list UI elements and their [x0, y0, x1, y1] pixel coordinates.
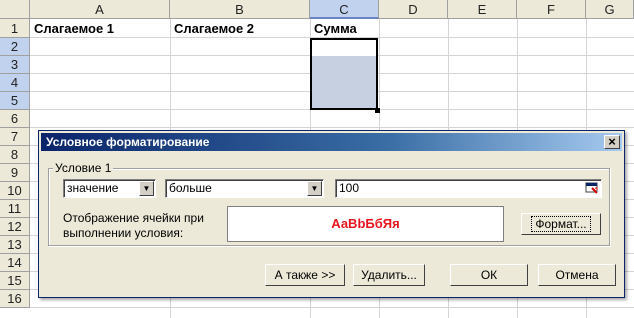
conditional-formatting-dialog: Условное форматирование × Условие 1 знач…	[38, 130, 625, 298]
dialog-title: Условное форматирование	[46, 135, 210, 149]
dialog-titlebar[interactable]: Условное форматирование ×	[41, 133, 622, 151]
column-header-d[interactable]: D	[379, 0, 448, 19]
column-header-g[interactable]: G	[586, 0, 634, 19]
row-header-16[interactable]: 16	[0, 290, 30, 308]
delete-button[interactable]: Удалить...	[353, 264, 425, 286]
close-icon: ×	[608, 134, 616, 149]
row-header-3[interactable]: 3	[0, 56, 30, 74]
column-header-e[interactable]: E	[448, 0, 517, 19]
cell-b1[interactable]: Слагаемое 2	[170, 19, 310, 38]
column-header-b[interactable]: B	[170, 0, 310, 19]
row-header-7[interactable]: 7	[0, 128, 30, 146]
column-header-c[interactable]: C	[310, 0, 379, 19]
row-header-11[interactable]: 11	[0, 200, 30, 218]
row-header-13[interactable]: 13	[0, 236, 30, 254]
row-header-9[interactable]: 9	[0, 164, 30, 182]
row-header-12[interactable]: 12	[0, 218, 30, 236]
select-all-corner[interactable]	[0, 0, 30, 19]
row-header-2[interactable]: 2	[0, 38, 30, 56]
row-header-15[interactable]: 15	[0, 272, 30, 290]
dropdown-arrow-icon[interactable]: ▼	[307, 181, 322, 196]
delete-button-label: Удалить...	[361, 268, 417, 282]
close-button[interactable]: ×	[604, 135, 620, 149]
also-button[interactable]: А также >>	[265, 264, 345, 286]
grid-line	[30, 127, 634, 128]
row-header-14[interactable]: 14	[0, 254, 30, 272]
preview-sample-text: АаBbБбЯя	[331, 216, 400, 231]
row-header-6[interactable]: 6	[0, 110, 30, 128]
column-header-a[interactable]: A	[30, 0, 170, 19]
dropdown-arrow-icon[interactable]: ▼	[139, 181, 154, 196]
operator-select[interactable]: больше ▼	[165, 179, 324, 198]
range-select-icon[interactable]	[585, 182, 599, 195]
preview-caption: Отображение ячейки при выполнении услови…	[63, 211, 204, 240]
format-preview: АаBbБбЯя	[227, 206, 504, 242]
cell-a1[interactable]: Слагаемое 1	[30, 19, 170, 38]
condition-group-label: Условие 1	[53, 161, 114, 175]
format-button[interactable]: Формат...	[521, 213, 601, 235]
row-header-5[interactable]: 5	[0, 92, 30, 110]
row-header-1[interactable]: 1	[0, 19, 30, 38]
column-header-f[interactable]: F	[517, 0, 586, 19]
fill-handle[interactable]	[375, 108, 380, 113]
value-input-text: 100	[339, 181, 360, 195]
format-button-label: Формат...	[531, 216, 591, 232]
cell-c1[interactable]: Сумма	[310, 19, 379, 38]
row-header-10[interactable]: 10	[0, 182, 30, 200]
cancel-button-label: Отмена	[555, 268, 599, 282]
ok-button-label: ОК	[480, 268, 498, 282]
condition-type-select[interactable]: значение ▼	[63, 179, 156, 198]
grid-line	[30, 307, 634, 308]
also-button-label: А также >>	[274, 268, 336, 282]
condition-type-value: значение	[67, 181, 119, 195]
cancel-button[interactable]: Отмена	[538, 264, 616, 286]
row-header-8[interactable]: 8	[0, 146, 30, 164]
value-input[interactable]: 100	[335, 179, 602, 198]
row-header-4[interactable]: 4	[0, 74, 30, 92]
ok-button[interactable]: ОК	[450, 264, 528, 286]
active-cell-c2[interactable]	[312, 40, 376, 56]
operator-value: больше	[169, 181, 212, 195]
